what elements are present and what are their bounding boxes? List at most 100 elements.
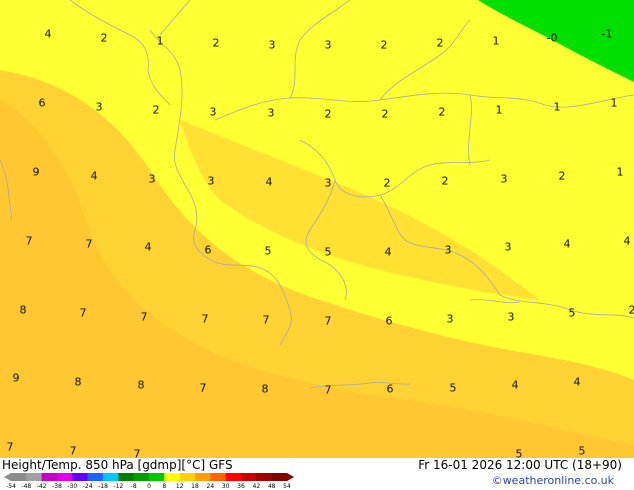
temperature-value: 4 (44, 27, 52, 41)
temperature-value: 2 (152, 103, 160, 117)
temperature-map: 4 2 1 2 3 3 2 2 1 -0 -1 6 3 2 3 3 2 2 2 1 1 1 9 4 3 3 4 3 2 2 3 2 1 7 7 4 6 5… (0, 0, 634, 458)
scale-tick-label: -42 (36, 483, 47, 490)
temperature-value: 2 (212, 36, 220, 50)
scale-swatch (87, 473, 104, 481)
scale-tick-label: 54 (283, 483, 291, 490)
temperature-value: 2 (441, 174, 449, 188)
temperature-value: 8 (19, 303, 27, 317)
scale-tick-label: -8 (130, 483, 137, 490)
temperature-value: 1 (616, 165, 624, 179)
temperature-value: 2 (438, 105, 446, 119)
temperature-value: 7 (133, 447, 141, 459)
temperature-value: -0 (546, 31, 558, 45)
temperature-value: 5 (515, 447, 523, 459)
temperature-value: 8 (137, 378, 145, 392)
temperature-value: 7 (69, 444, 77, 458)
scale-tick-label: 12 (175, 483, 184, 490)
temperature-value: 4 (90, 169, 98, 183)
temperature-value: 1 (156, 34, 164, 48)
map-canvas (0, 0, 634, 458)
temperature-value: 2 (324, 107, 332, 121)
valid-time: Fr 16-01 2026 12:00 UTC (18+90) (418, 458, 622, 472)
temperature-value: 2 (628, 303, 634, 317)
temperature-value: 2 (100, 31, 108, 45)
temperature-value: 3 (95, 100, 103, 114)
scale-swatch (241, 473, 257, 481)
temperature-value: 4 (265, 175, 273, 189)
temperature-value: 7 (6, 440, 14, 454)
scale-tick-label: 8 (162, 483, 167, 490)
temperature-value: 3 (500, 172, 508, 186)
temperature-value: 2 (380, 38, 388, 52)
temperature-value: 8 (74, 375, 82, 389)
scale-tick-label: 42 (252, 483, 261, 490)
temperature-value: 2 (381, 107, 389, 121)
temperature-value: 2 (383, 176, 391, 190)
scale-tick-label: -18 (98, 483, 108, 490)
scale-tick-label: -24 (82, 483, 93, 490)
scale-tick-label: 36 (237, 483, 245, 490)
temperature-value: 3 (504, 240, 512, 254)
temperature-value: 4 (563, 237, 571, 251)
scale-swatch (225, 473, 242, 481)
temperature-value: 9 (32, 165, 40, 179)
scale-tick-label: 0 (147, 483, 151, 490)
scale-swatch (256, 473, 272, 481)
temperature-value: 3 (267, 106, 275, 120)
color-scale (4, 473, 294, 481)
temperature-value: 5 (449, 381, 457, 395)
map-title: Height/Temp. 850 hPa [gdmp][°C] GFS (2, 458, 233, 472)
temperature-value: 3 (444, 243, 452, 257)
temperature-value: 3 (507, 310, 515, 324)
scale-swatch (118, 473, 134, 481)
temperature-value: 3 (324, 176, 332, 190)
temperature-value: 7 (140, 310, 148, 324)
temperature-value: 6 (204, 243, 212, 257)
temperature-value: 4 (623, 234, 631, 248)
scale-swatch (26, 473, 42, 481)
temperature-value: 6 (385, 314, 393, 328)
temperature-value: 3 (209, 105, 217, 119)
scale-tick-label: 48 (267, 483, 276, 490)
credit-link[interactable]: ©weatheronline.co.uk (492, 474, 614, 487)
temperature-value: 9 (12, 371, 20, 385)
temperature-value: 1 (610, 96, 618, 110)
temperature-value: 3 (446, 312, 454, 326)
temperature-value: 3 (324, 38, 332, 52)
temperature-value: 7 (199, 381, 207, 395)
temperature-value: 7 (25, 234, 33, 248)
temperature-value: 6 (38, 96, 46, 110)
scale-tick-label: -54 (6, 483, 16, 490)
temperature-value: 5 (568, 306, 576, 320)
scale-tick-label: 18 (191, 483, 199, 490)
scale-swatch (179, 473, 196, 481)
temperature-value: 5 (264, 244, 272, 258)
temperature-value: 7 (201, 312, 209, 326)
scale-swatch (133, 473, 150, 481)
temperature-value: 5 (324, 245, 332, 259)
temperature-value: 5 (578, 444, 586, 458)
temperature-value: 1 (553, 100, 561, 114)
temperature-value: 1 (495, 103, 503, 117)
temperature-value: 4 (384, 245, 392, 259)
temperature-value: 3 (207, 174, 215, 188)
scale-right-arrow (287, 473, 294, 481)
temperature-value: 7 (324, 314, 332, 328)
scale-tick-label: -30 (67, 483, 78, 490)
scale-swatch (149, 473, 165, 481)
temperature-value: 4 (573, 375, 581, 389)
temperature-value: 4 (511, 378, 519, 392)
temperature-value: 8 (261, 382, 269, 396)
scale-swatch (41, 473, 58, 481)
scale-swatch (103, 473, 119, 481)
temperature-value: 7 (324, 383, 332, 397)
temperature-value: 6 (386, 382, 394, 396)
temperature-value: 4 (144, 240, 152, 254)
temperature-value: 7 (262, 313, 270, 327)
scale-swatch (57, 473, 73, 481)
scale-swatch (72, 473, 88, 481)
temperature-value: -1 (601, 27, 613, 41)
scale-tick-label: -12 (113, 483, 124, 490)
scale-tick-label: -48 (21, 483, 32, 490)
scale-swatch (195, 473, 211, 481)
